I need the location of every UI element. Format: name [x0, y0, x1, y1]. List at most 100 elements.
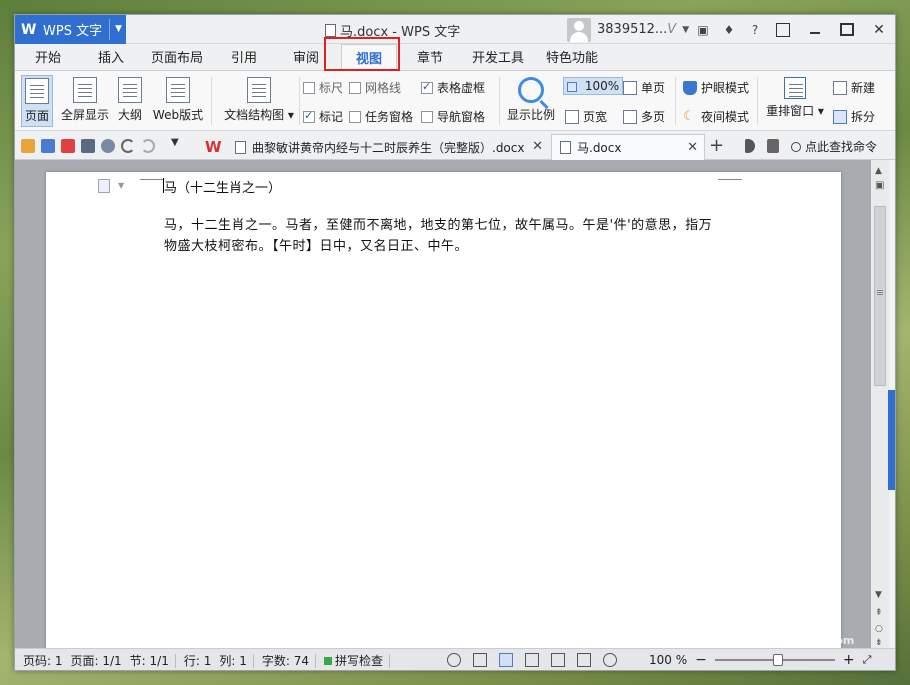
zoom-ratio-button[interactable]: 显示比例 [505, 77, 557, 123]
doc-structure-button[interactable]: 文档结构图 ▾ [221, 77, 297, 123]
app-menu-divider [109, 19, 110, 40]
document-heading[interactable]: 马（十二生肖之一） [164, 177, 281, 196]
zoom-100-box[interactable]: 100% [563, 77, 624, 95]
paragraph-layout-icon[interactable] [98, 179, 110, 193]
open-folder-icon[interactable] [21, 139, 35, 153]
side-panel-toggle[interactable] [888, 390, 895, 490]
tab-review[interactable]: 审阅 [283, 44, 329, 71]
checkbox-icon[interactable] [421, 110, 433, 123]
table-gridlines-checkbox[interactable]: 表格虚框 [421, 79, 485, 96]
document-paragraph[interactable]: 马，十二生肖之一。马者，至健而不离地，地支的第七位，故午属马。午是'件'的意思，… [164, 215, 724, 257]
checkbox-checked-icon[interactable] [421, 80, 433, 94]
tab-references[interactable]: 引用 [221, 44, 267, 71]
document-page[interactable]: ▼ 马（十二生肖之一） 马，十二生肖之一。马者，至健而不离地，地支的第七位，故午… [46, 172, 841, 648]
tab-chapter[interactable]: 章节 [407, 44, 453, 71]
checkbox-checked-icon[interactable] [303, 109, 315, 123]
customize-toolbar-icon[interactable]: ▼ [171, 137, 185, 151]
night-mode-button[interactable]: ☾ 夜间模式 [683, 108, 749, 125]
zoom-slider[interactable] [714, 654, 835, 666]
fullscreen-view-icon[interactable] [473, 653, 487, 667]
status-divider [174, 653, 176, 668]
status-col: 列: 1 [219, 654, 247, 668]
print-icon[interactable] [81, 139, 95, 153]
help-icon[interactable]: ? [747, 22, 763, 38]
tab-page-layout[interactable]: 页面布局 [145, 44, 209, 71]
export-pdf-icon[interactable] [61, 139, 75, 153]
tab-developer[interactable]: 开发工具 [465, 44, 531, 71]
close-button[interactable]: ✕ [863, 15, 895, 44]
page-view-icon[interactable] [499, 653, 513, 667]
marks-checkbox[interactable]: 标记 [303, 108, 343, 125]
tab-special-features[interactable]: 特色功能 [539, 44, 605, 71]
split-window-button[interactable]: 拆分 [833, 108, 875, 125]
eye-protect-icon[interactable] [603, 653, 617, 667]
spell-check-toggle[interactable]: 拼写检查 [324, 652, 383, 669]
revision-history-icon[interactable] [447, 653, 461, 667]
fullscreen-button[interactable]: 全屏显示 [57, 77, 113, 123]
status-section[interactable]: 节: 1/1 [130, 652, 169, 669]
avatar[interactable] [567, 17, 591, 42]
gridlines-checkbox[interactable]: 网格线 [349, 79, 401, 96]
reading-mode-icon[interactable] [577, 653, 591, 667]
new-window-button[interactable]: 新建 [833, 79, 875, 96]
eye-protect-button[interactable]: 护眼模式 [683, 79, 749, 96]
checkbox-icon[interactable] [349, 110, 361, 123]
page-view-button[interactable]: 页面 [21, 75, 53, 127]
status-word-count[interactable]: 字数: 74 [262, 652, 309, 669]
chevron-down-icon[interactable]: ▼ [118, 181, 124, 190]
fit-window-icon[interactable]: ⤢ [863, 653, 872, 667]
zoom-slider-handle[interactable] [772, 654, 783, 666]
rearrange-windows-button[interactable]: 重排窗口 ▾ [763, 77, 827, 119]
vertical-scrollbar[interactable]: ▲ ▣ ▼ ⇞ ○ ⇟ [871, 160, 889, 648]
scroll-up-icon[interactable]: ▲ [875, 166, 882, 176]
page-width-button[interactable]: 页宽 [565, 108, 607, 125]
zoom-in-icon[interactable]: + [843, 652, 855, 668]
skin-icon[interactable]: ▣ [695, 22, 711, 38]
status-page-number[interactable]: 页码: 1 [23, 652, 63, 669]
scrollbar-thumb[interactable] [874, 206, 886, 386]
single-page-button[interactable]: 单页 [623, 79, 665, 96]
wps-brand-icon[interactable]: W [205, 138, 222, 156]
doc-tab-ma[interactable]: 马.docx ✕ [551, 134, 705, 160]
view-mode-icons [447, 653, 617, 667]
wps-logo-icon: W [21, 21, 37, 38]
tshirt-icon[interactable]: ♦ [721, 22, 737, 38]
checkbox-icon[interactable] [303, 81, 315, 94]
save-icon[interactable] [41, 139, 55, 153]
outline-view-icon[interactable] [525, 653, 539, 667]
chevron-down-icon[interactable]: ▼ [115, 24, 122, 34]
tab-insert[interactable]: 插入 [87, 44, 135, 71]
app-menu-button[interactable]: W WPS 文字 ▼ [15, 15, 126, 44]
find-command-search[interactable]: 点此查找命令 [791, 138, 877, 155]
undo-icon[interactable] [121, 139, 135, 153]
tab-home[interactable]: 开始 [23, 44, 73, 71]
zoom-level[interactable]: 100 % [649, 653, 687, 667]
outline-button[interactable]: 大纲 [115, 77, 145, 123]
multi-page-icon [623, 109, 637, 124]
zoom-out-icon[interactable]: − [695, 652, 707, 668]
tab-list-icon[interactable] [767, 139, 779, 153]
maximize-button[interactable] [831, 15, 863, 44]
chevron-down-icon[interactable]: ▼ [682, 25, 689, 35]
redo-icon[interactable] [141, 139, 155, 153]
doc-tab-huangdi[interactable]: 曲黎敏讲黄帝内经与十二时辰养生（完整版）.docx ✕ [227, 134, 549, 160]
user-account[interactable]: 3839512...V ▼ [567, 17, 689, 42]
nav-pane-checkbox[interactable]: 导航窗格 [421, 108, 485, 125]
close-tab-icon[interactable]: ✕ [532, 139, 543, 154]
status-pages[interactable]: 页面: 1/1 [71, 652, 122, 669]
page-up-icon[interactable]: ▣ [875, 180, 884, 191]
web-view-icon[interactable] [551, 653, 565, 667]
minimize-button[interactable] [799, 15, 831, 44]
task-pane-checkbox[interactable]: 任务窗格 [349, 108, 413, 125]
web-view-button[interactable]: Web版式 [149, 77, 207, 123]
checkbox-icon[interactable] [349, 81, 361, 94]
ruler-checkbox[interactable]: 标尺 [303, 79, 343, 96]
pin-window-icon[interactable] [767, 15, 799, 44]
close-tab-icon[interactable]: ✕ [687, 140, 698, 155]
multi-page-button[interactable]: 多页 [623, 108, 665, 125]
tab-menu-icon[interactable] [745, 139, 755, 153]
new-tab-icon[interactable]: + [709, 135, 724, 156]
zoom-100-button[interactable]: 100% [563, 77, 624, 95]
print-preview-icon[interactable] [101, 139, 115, 153]
user-name[interactable]: 3839512...V [597, 22, 676, 37]
